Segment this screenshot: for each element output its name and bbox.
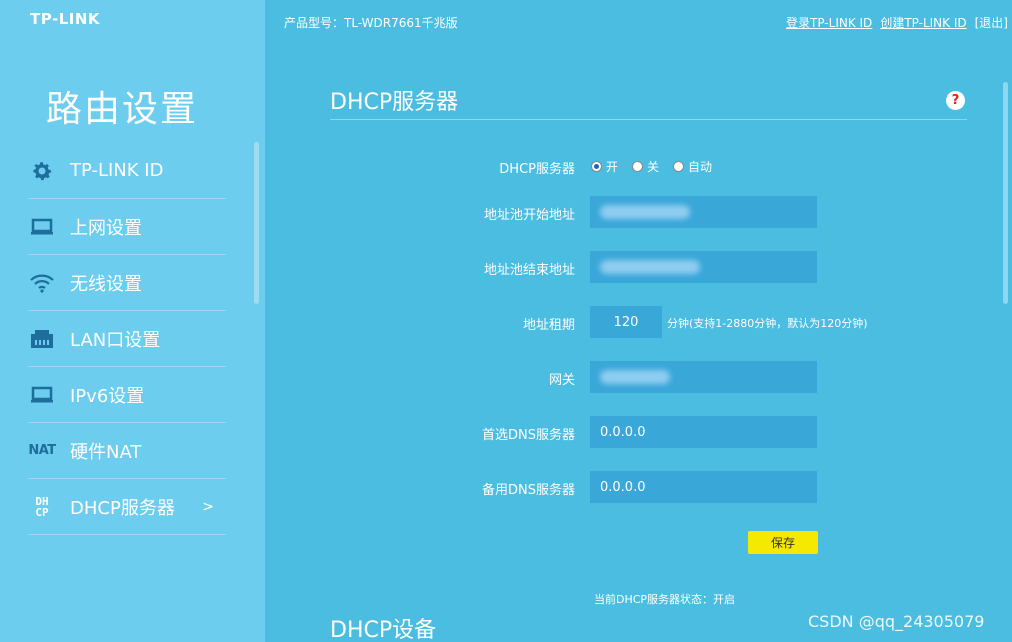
redacted-value — [600, 370, 670, 384]
section-divider — [330, 119, 967, 120]
watermark: CSDN @qq_24305079 — [808, 612, 985, 631]
lease-input[interactable]: 120 — [590, 306, 662, 338]
radio-auto[interactable]: 自动 — [673, 158, 712, 175]
main-scrollbar[interactable] — [1003, 82, 1008, 304]
sidebar-item-label: IPv6设置 — [70, 385, 145, 407]
dhcp-status-text: 当前DHCP服务器状态：开启 — [594, 593, 736, 606]
gateway-label: 网关 — [548, 373, 575, 388]
dhcp-icon: DH CP — [28, 493, 56, 521]
wifi-icon — [28, 269, 56, 297]
sidebar-scrollbar[interactable] — [254, 142, 259, 304]
section-title: DHCP服务器 — [330, 90, 459, 115]
sidebar-item-label: TP-LINK ID — [70, 160, 164, 181]
redacted-value — [600, 260, 700, 274]
radio-off[interactable]: 关 — [632, 158, 659, 175]
sidebar-item-tp-link-id[interactable]: TP-LINK ID — [28, 143, 226, 199]
sidebar-item-label: 硬件NAT — [70, 441, 142, 463]
lease-hint: 分钟(支持1-2880分钟，默认为120分钟) — [667, 317, 868, 330]
sidebar-item-label: LAN口设置 — [70, 329, 161, 351]
dhcp-radio-group: 开 关 自动 — [591, 158, 712, 175]
sidebar-title: 路由设置 — [46, 89, 199, 130]
save-button[interactable]: 保存 — [748, 531, 818, 554]
sidebar-item-internet[interactable]: 上网设置 — [28, 199, 226, 255]
sidebar-item-label: DHCP服务器 — [70, 497, 175, 519]
lease-label: 地址租期 — [522, 318, 575, 333]
sidebar-menu: TP-LINK ID 上网设置 无线设置 LAN口设置 IPv6设置 NAT 硬… — [28, 143, 226, 535]
chevron-right-icon: > — [202, 498, 214, 515]
dns1-input[interactable]: 0.0.0.0 — [590, 416, 817, 448]
radio-off-label: 关 — [647, 160, 660, 174]
pool-start-label: 地址池开始地址 — [483, 208, 575, 223]
nat-icon: NAT — [28, 443, 56, 458]
sidebar-item-wireless[interactable]: 无线设置 — [28, 255, 226, 311]
login-tp-link-id-link[interactable]: 登录TP-LINK ID — [786, 14, 872, 31]
dhcp-icon-bottom: CP — [35, 505, 49, 519]
tp-link-logo: TP-LINK — [30, 10, 101, 28]
sidebar-item-hardware-nat[interactable]: NAT 硬件NAT — [28, 423, 226, 479]
create-tp-link-id-link[interactable]: 创建TP-LINK ID — [880, 14, 966, 31]
pool-start-input[interactable] — [590, 196, 817, 228]
sidebar: TP-LINK 路由设置 TP-LINK ID 上网设置 无线设置 LAN口设置… — [0, 0, 265, 642]
top-links: 登录TP-LINK ID 创建TP-LINK ID [退出] — [786, 14, 1008, 31]
radio-on-dot[interactable] — [591, 161, 602, 172]
radio-auto-dot[interactable] — [673, 161, 685, 172]
redacted-value — [600, 205, 690, 219]
pool-end-label: 地址池结束地址 — [483, 263, 575, 278]
radio-on-label: 开 — [606, 160, 619, 174]
dns2-input[interactable]: 0.0.0.0 — [590, 471, 817, 503]
product-model: 产品型号：TL-WDR7661千兆版 — [284, 16, 458, 30]
radio-off-dot[interactable] — [632, 161, 644, 172]
sidebar-item-lan[interactable]: LAN口设置 — [28, 311, 226, 367]
dns2-label: 备用DNS服务器 — [482, 483, 575, 498]
sidebar-item-dhcp[interactable]: DH CP DHCP服务器 > — [28, 479, 226, 535]
radio-on[interactable]: 开 — [591, 158, 618, 175]
help-icon[interactable]: ? — [946, 91, 965, 110]
sidebar-item-label: 上网设置 — [70, 217, 142, 239]
dns1-label: 首选DNS服务器 — [482, 428, 575, 443]
radio-auto-label: 自动 — [688, 160, 713, 174]
logout-link[interactable]: [退出] — [975, 14, 1008, 31]
sidebar-item-label: 无线设置 — [70, 273, 142, 295]
pool-end-input[interactable] — [590, 251, 817, 283]
gear-icon — [28, 157, 56, 185]
laptop-icon — [28, 213, 56, 241]
laptop-icon — [28, 381, 56, 409]
lan-port-icon — [28, 325, 56, 353]
gateway-input[interactable] — [590, 361, 817, 393]
sidebar-item-ipv6[interactable]: IPv6设置 — [28, 367, 226, 423]
dhcp-server-label: DHCP服务器 — [499, 162, 575, 177]
dhcp-devices-title: DHCP设备 — [330, 618, 437, 642]
